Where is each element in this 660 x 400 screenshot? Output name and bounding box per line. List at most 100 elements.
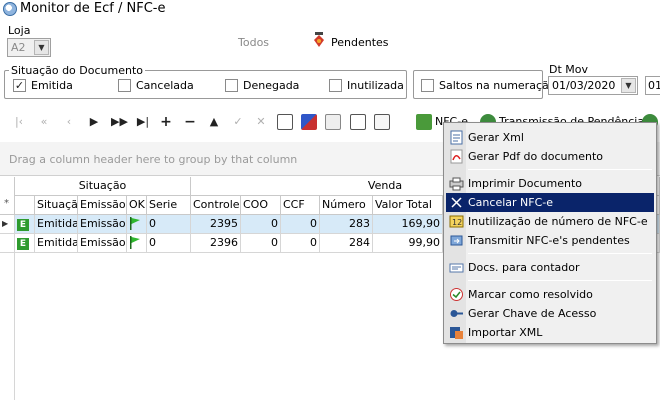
config-icon[interactable] <box>277 114 293 130</box>
loja-select[interactable]: A2 ▼ <box>7 38 51 57</box>
menu-item-cancelar-nfce[interactable]: Cancelar NFC-e <box>446 193 654 212</box>
cancelada-label: Cancelada <box>136 79 194 92</box>
menu-separator <box>468 253 652 254</box>
col-ccf[interactable]: CCF <box>281 196 320 215</box>
emitida-checkbox[interactable]: ✓ <box>13 79 26 92</box>
cancel-x-icon <box>451 197 462 208</box>
menu-item-importar-xml[interactable]: Importar XML <box>446 323 654 342</box>
edit-check-icon[interactable]: ✓ <box>230 114 246 130</box>
menu-item-inutilizacao[interactable]: 12 Inutilização de número de NFC-e <box>446 212 654 231</box>
todos-option[interactable]: Todos <box>238 36 269 49</box>
cancel-edit-icon[interactable]: ✕ <box>253 114 269 130</box>
col-ok[interactable]: OK <box>127 196 147 215</box>
title-bar: Monitor de Ecf / NFC-e <box>0 0 660 19</box>
dtmov-from-picker[interactable]: 01/03/2020 ▼ <box>548 76 638 95</box>
menu-separator <box>468 280 652 281</box>
col-situacao[interactable]: Situação <box>35 196 78 215</box>
col-numero[interactable]: Número <box>320 196 373 215</box>
emitida-badge-icon: E <box>17 238 29 250</box>
indicator-column-border <box>14 253 15 400</box>
chevron-down-icon: ▼ <box>34 40 49 55</box>
export-icon[interactable] <box>374 114 390 130</box>
number-icon: 12 <box>449 215 464 228</box>
group-hint: Drag a column header here to group by th… <box>9 153 298 166</box>
ccf-cell: 0 <box>281 234 320 253</box>
row-indicator <box>0 234 15 253</box>
loja-label: Loja <box>8 24 31 37</box>
menu-item-label: Docs. para contador <box>468 261 580 274</box>
svg-text:12: 12 <box>452 218 462 227</box>
remove-icon[interactable]: − <box>182 114 198 130</box>
emitida-badge-icon: E <box>17 219 29 231</box>
edit-pen-icon[interactable] <box>301 114 317 130</box>
next-record-icon[interactable]: ▶ <box>86 114 102 130</box>
dtmov-to-picker[interactable]: 01 <box>645 76 660 95</box>
menu-item-transmitir[interactable]: Transmitir NFC-e's pendentes <box>446 231 654 250</box>
nfce-icon[interactable] <box>416 114 432 130</box>
col-valor-total[interactable]: Valor Total <box>373 196 443 215</box>
menu-item-label: Importar XML <box>468 326 543 339</box>
col-emissao[interactable]: Emissão <box>78 196 127 215</box>
key-icon <box>450 310 463 317</box>
emissao-cell: Emissão Normal <box>78 234 127 253</box>
menu-item-imprimir[interactable]: Imprimir Documento <box>446 174 654 193</box>
serie-cell: 0 <box>147 215 191 234</box>
app-icon <box>3 2 17 16</box>
menu-item-gerar-chave[interactable]: Gerar Chave de Acesso <box>446 304 654 323</box>
saltos-checkbox[interactable] <box>421 79 434 92</box>
col-coo[interactable]: COO <box>241 196 281 215</box>
menu-item-docs-contador[interactable]: Docs. para contador <box>446 258 654 277</box>
saltos-label: Saltos na numeração <box>439 79 556 92</box>
menu-item-label: Marcar como resolvido <box>468 288 593 301</box>
gate-icon[interactable] <box>325 114 341 130</box>
green-flag-icon <box>130 217 140 230</box>
context-menu: Gerar Xml Gerar Pdf do documento Imprimi… <box>443 122 657 344</box>
pendentes-option[interactable]: Pendentes <box>331 36 389 49</box>
serie-cell: 0 <box>147 234 191 253</box>
coo-cell: 0 <box>241 234 281 253</box>
last-record-icon[interactable]: ▶| <box>135 114 151 130</box>
move-up-icon[interactable]: ▲ <box>206 114 222 130</box>
situacao-cell: Emitida <box>35 215 78 234</box>
first-record-icon[interactable]: |‹ <box>11 114 27 130</box>
badge-cell: E <box>15 234 35 253</box>
inutilizada-label: Inutilizada <box>347 79 404 92</box>
ok-flag-cell <box>127 234 147 253</box>
menu-item-label: Imprimir Documento <box>468 177 583 190</box>
controle-cell: 2396 <box>191 234 241 253</box>
docs-icon <box>449 263 464 273</box>
denegada-checkbox[interactable] <box>225 79 238 92</box>
add-icon[interactable]: + <box>158 114 174 130</box>
prev-record-icon[interactable]: ‹ <box>61 114 77 130</box>
col-serie[interactable]: Serie <box>147 196 191 215</box>
ok-flag-cell <box>127 215 147 234</box>
valor-cell: 99,90 <box>373 234 443 253</box>
cancelada-checkbox[interactable] <box>118 79 131 92</box>
menu-item-label: Gerar Pdf do documento <box>468 150 603 163</box>
dtmov-from-value: 01/03/2020 <box>552 79 616 92</box>
row-pointer-icon: ▶ <box>0 215 15 234</box>
inutilizada-checkbox[interactable] <box>329 79 342 92</box>
situacao-group-title: Situação do Documento <box>9 64 146 77</box>
green-flag-icon <box>130 236 140 249</box>
numero-cell: 283 <box>320 215 373 234</box>
pdf-icon <box>450 149 463 164</box>
xml-icon <box>450 130 463 145</box>
row-indicator-header <box>0 177 15 215</box>
filter-row-icon: * <box>4 198 9 209</box>
menu-item-label: Transmitir NFC-e's pendentes <box>468 234 630 247</box>
menu-item-label: Gerar Chave de Acesso <box>468 307 597 320</box>
next-page-icon[interactable]: ▶▶ <box>111 114 128 130</box>
menu-item-gerar-pdf[interactable]: Gerar Pdf do documento <box>446 147 654 166</box>
col-controle[interactable]: Controle <box>191 196 241 215</box>
dtmov-to-value: 01 <box>648 79 660 92</box>
chevron-down-icon[interactable]: ▼ <box>621 78 636 93</box>
prev-page-icon[interactable]: « <box>36 114 52 130</box>
menu-item-marcar-resolvido[interactable]: Marcar como resolvido <box>446 285 654 304</box>
situacao-cell: Emitida <box>35 234 78 253</box>
band-situacao: Situação <box>15 177 191 196</box>
window-title: Monitor de Ecf / NFC-e <box>20 1 166 16</box>
menu-item-gerar-xml[interactable]: Gerar Xml <box>446 128 654 147</box>
coo-cell: 0 <box>241 215 281 234</box>
preview-icon[interactable] <box>350 114 366 130</box>
